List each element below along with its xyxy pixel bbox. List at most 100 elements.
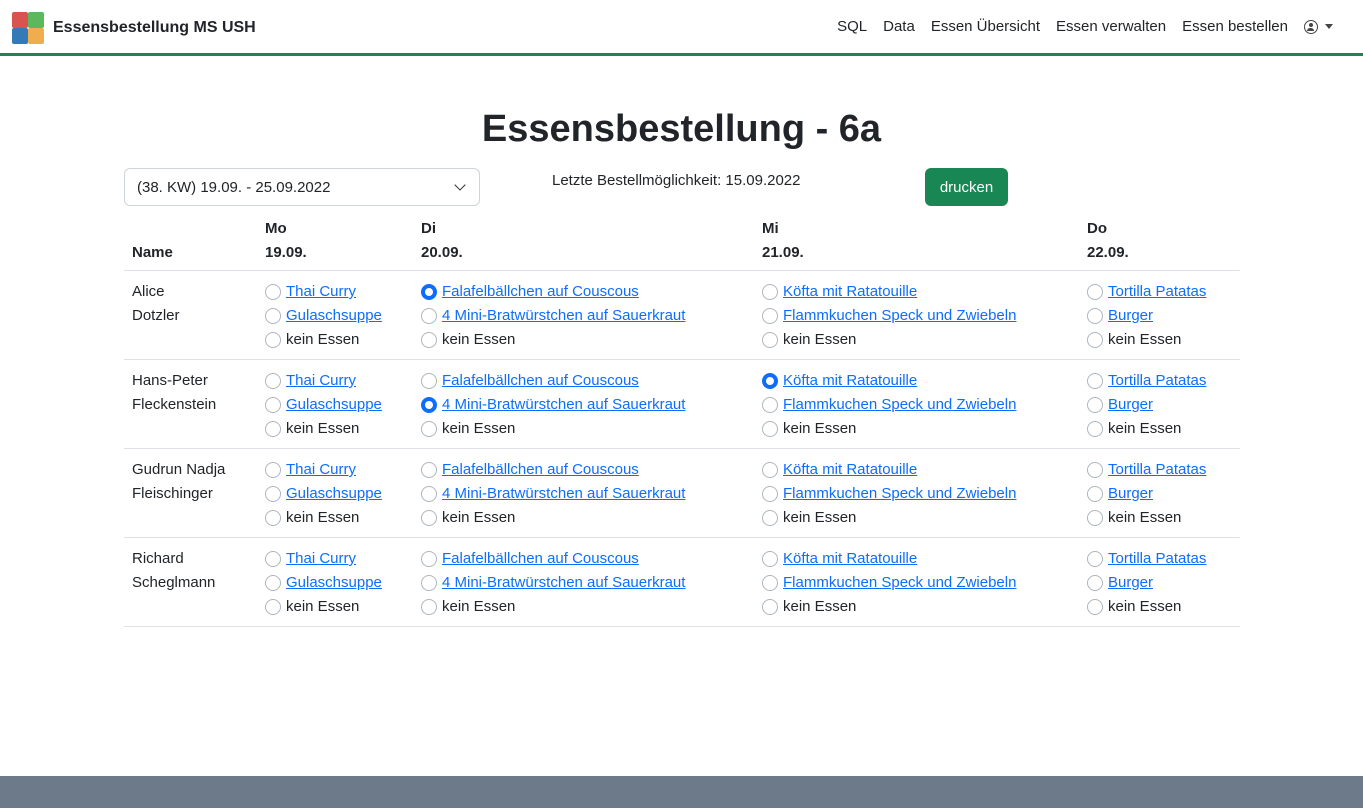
meal-option[interactable]: kein Essen (265, 417, 382, 441)
meal-link[interactable]: Tortilla Patatas (1108, 547, 1206, 571)
meal-radio[interactable] (762, 421, 778, 437)
meal-option[interactable]: Gulaschsuppe (265, 482, 382, 506)
meal-radio[interactable] (421, 599, 437, 615)
meal-link[interactable]: Gulaschsuppe (286, 393, 382, 417)
meal-link[interactable]: Gulaschsuppe (286, 482, 382, 506)
meal-radio[interactable] (1087, 551, 1103, 567)
meal-option[interactable]: 4 Mini-Bratwürstchen auf Sauerkraut (421, 393, 685, 417)
meal-option[interactable]: Köfta mit Ratatouille (762, 369, 1016, 393)
meal-link[interactable]: Tortilla Patatas (1108, 458, 1206, 482)
meal-option[interactable]: Burger (1087, 393, 1206, 417)
meal-option[interactable]: kein Essen (1087, 506, 1206, 530)
meal-link[interactable]: Flammkuchen Speck und Zwiebeln (783, 571, 1016, 595)
meal-option[interactable]: Thai Curry (265, 369, 382, 393)
meal-link[interactable]: Tortilla Patatas (1108, 280, 1206, 304)
meal-radio[interactable] (1087, 575, 1103, 591)
meal-option[interactable]: Tortilla Patatas (1087, 369, 1206, 393)
meal-radio[interactable] (762, 551, 778, 567)
meal-option[interactable]: Flammkuchen Speck und Zwiebeln (762, 482, 1016, 506)
meal-radio[interactable] (265, 486, 281, 502)
meal-link[interactable]: 4 Mini-Bratwürstchen auf Sauerkraut (442, 304, 685, 328)
meal-radio[interactable] (265, 421, 281, 437)
meal-link[interactable]: Köfta mit Ratatouille (783, 280, 917, 304)
meal-link[interactable]: 4 Mini-Bratwürstchen auf Sauerkraut (442, 482, 685, 506)
meal-link[interactable]: Burger (1108, 482, 1153, 506)
meal-option[interactable]: Burger (1087, 304, 1206, 328)
meal-radio[interactable] (421, 575, 437, 591)
meal-radio[interactable] (265, 462, 281, 478)
meal-link[interactable]: Falafelbällchen auf Couscous (442, 458, 639, 482)
meal-link[interactable]: Gulaschsuppe (286, 571, 382, 595)
brand[interactable]: Essensbestellung MS USH (12, 12, 256, 44)
meal-link[interactable]: Burger (1108, 393, 1153, 417)
meal-option[interactable]: Thai Curry (265, 280, 382, 304)
meal-link[interactable]: 4 Mini-Bratwürstchen auf Sauerkraut (442, 571, 685, 595)
meal-option[interactable]: kein Essen (265, 506, 382, 530)
meal-radio[interactable] (1087, 421, 1103, 437)
meal-option[interactable]: kein Essen (265, 595, 382, 619)
meal-option[interactable]: Flammkuchen Speck und Zwiebeln (762, 393, 1016, 417)
meal-radio[interactable] (762, 486, 778, 502)
meal-radio[interactable] (265, 551, 281, 567)
meal-option[interactable]: kein Essen (265, 328, 382, 352)
meal-option[interactable]: Köfta mit Ratatouille (762, 458, 1016, 482)
meal-radio[interactable] (421, 421, 437, 437)
meal-option[interactable]: kein Essen (421, 328, 685, 352)
meal-option[interactable]: kein Essen (762, 417, 1016, 441)
meal-radio[interactable] (265, 510, 281, 526)
nav-link-essen-bestellen[interactable]: Essen bestellen (1182, 18, 1288, 35)
meal-option[interactable]: Thai Curry (265, 458, 382, 482)
meal-radio[interactable] (762, 510, 778, 526)
meal-radio[interactable] (265, 373, 281, 389)
meal-link[interactable]: Burger (1108, 304, 1153, 328)
meal-radio[interactable] (421, 332, 437, 348)
meal-radio[interactable] (265, 332, 281, 348)
meal-option[interactable]: Köfta mit Ratatouille (762, 547, 1016, 571)
meal-link[interactable]: Flammkuchen Speck und Zwiebeln (783, 393, 1016, 417)
meal-radio[interactable] (421, 510, 437, 526)
meal-option[interactable]: Thai Curry (265, 547, 382, 571)
meal-radio[interactable] (265, 397, 281, 413)
meal-link[interactable]: Flammkuchen Speck und Zwiebeln (783, 304, 1016, 328)
meal-option[interactable]: Tortilla Patatas (1087, 280, 1206, 304)
meal-radio[interactable] (762, 332, 778, 348)
meal-radio[interactable] (421, 462, 437, 478)
meal-option[interactable]: Gulaschsuppe (265, 393, 382, 417)
meal-radio[interactable] (1087, 397, 1103, 413)
meal-radio[interactable] (1087, 284, 1103, 300)
meal-option[interactable]: kein Essen (1087, 417, 1206, 441)
meal-radio[interactable] (1087, 599, 1103, 615)
meal-option[interactable]: Gulaschsuppe (265, 304, 382, 328)
meal-option[interactable]: Gulaschsuppe (265, 571, 382, 595)
meal-option[interactable]: kein Essen (421, 506, 685, 530)
meal-link[interactable]: Falafelbällchen auf Couscous (442, 547, 639, 571)
meal-radio[interactable] (1087, 486, 1103, 502)
meal-option[interactable]: Falafelbällchen auf Couscous (421, 458, 685, 482)
meal-radio[interactable] (762, 284, 778, 300)
meal-radio[interactable] (762, 599, 778, 615)
meal-radio[interactable] (1087, 373, 1103, 389)
meal-radio[interactable] (265, 308, 281, 324)
user-menu[interactable] (1304, 19, 1333, 34)
meal-radio[interactable] (421, 551, 437, 567)
meal-option[interactable]: Tortilla Patatas (1087, 458, 1206, 482)
meal-link[interactable]: Thai Curry (286, 547, 356, 571)
meal-link[interactable]: Tortilla Patatas (1108, 369, 1206, 393)
meal-link[interactable]: Thai Curry (286, 458, 356, 482)
meal-radio[interactable] (1087, 308, 1103, 324)
meal-option[interactable]: kein Essen (421, 595, 685, 619)
meal-option[interactable]: Burger (1087, 571, 1206, 595)
print-button[interactable]: drucken (925, 168, 1008, 206)
meal-option[interactable]: kein Essen (1087, 328, 1206, 352)
week-select[interactable]: (38. KW) 19.09. - 25.09.2022 (124, 168, 480, 206)
meal-option[interactable]: kein Essen (1087, 595, 1206, 619)
meal-radio[interactable] (762, 373, 778, 389)
meal-link[interactable]: Flammkuchen Speck und Zwiebeln (783, 482, 1016, 506)
meal-option[interactable]: Köfta mit Ratatouille (762, 280, 1016, 304)
meal-radio[interactable] (421, 308, 437, 324)
meal-link[interactable]: Burger (1108, 571, 1153, 595)
nav-link-essen-uebersicht[interactable]: Essen Übersicht (931, 18, 1040, 35)
meal-option[interactable]: kein Essen (762, 595, 1016, 619)
meal-radio[interactable] (421, 284, 437, 300)
meal-radio[interactable] (1087, 332, 1103, 348)
